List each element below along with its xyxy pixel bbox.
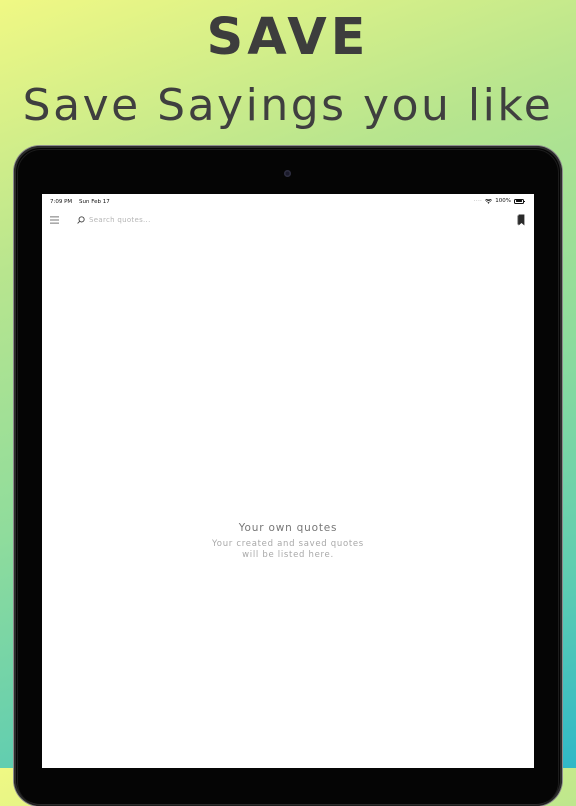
empty-state-title: Your own quotes: [238, 522, 338, 534]
toolbar: [42, 210, 534, 230]
promo-headline: SAVE: [206, 8, 370, 67]
empty-state-description-line1: Your created and saved quotes: [212, 539, 364, 549]
cellular-signal-icon: ····: [473, 198, 483, 204]
battery-icon: [514, 198, 525, 204]
empty-state: Your own quotes Your created and saved q…: [42, 521, 534, 561]
empty-state-description: Your created and saved quotes will be li…: [42, 539, 534, 561]
wifi-icon: [485, 198, 493, 204]
status-date: Sun Feb 17: [79, 199, 110, 205]
status-indicators: ···· 100%: [473, 198, 525, 204]
promo-subheadline: Save Sayings you like: [22, 80, 554, 131]
front-camera: [284, 170, 291, 177]
battery-percent: 100%: [495, 198, 511, 204]
app-screen: 7:09 PM Sun Feb 17 ···· 100% Search quot…: [42, 194, 534, 768]
search-icon: [77, 216, 85, 224]
hamburger-menu-icon[interactable]: [50, 216, 59, 224]
bookmark-icon[interactable]: [517, 214, 525, 226]
status-bar: 7:09 PM Sun Feb 17 ···· 100%: [42, 194, 534, 210]
empty-state-description-line2: will be listed here.: [242, 550, 334, 560]
search-input[interactable]: [89, 213, 389, 227]
status-time: 7:09 PM: [50, 199, 73, 205]
